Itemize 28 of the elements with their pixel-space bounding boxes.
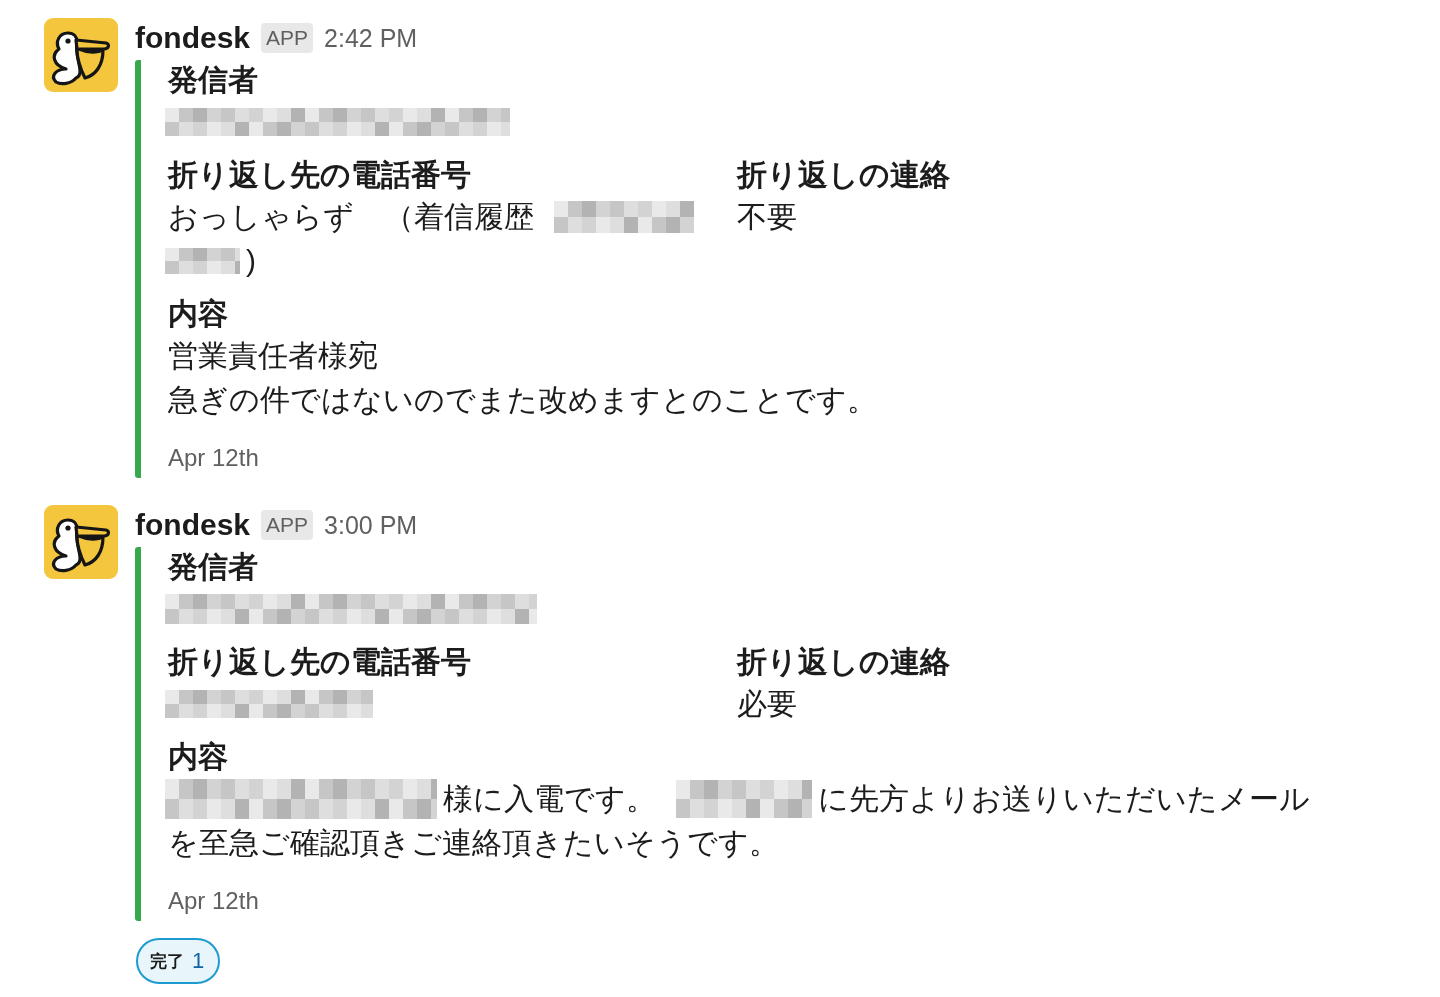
field-title: 折り返しの連絡 xyxy=(737,157,950,193)
field-text: を至急ご確認頂きご連絡頂きたいそうです。 xyxy=(168,825,779,861)
field-title: 折り返しの連絡 xyxy=(737,644,951,680)
message-time[interactable]: 3:00 PM xyxy=(324,510,418,540)
field-text: 不要 xyxy=(737,199,797,235)
pelican-logo-icon[interactable] xyxy=(44,505,118,579)
field-text: おっしゃらず （着信履歴 xyxy=(168,199,534,235)
field-title: 内容 xyxy=(168,296,229,332)
field-text: 営業責任者様宛 xyxy=(168,338,378,374)
app-tag: APP xyxy=(261,23,314,53)
field-title: 折り返し先の電話番号 xyxy=(168,157,472,193)
app-tag: APP xyxy=(261,510,314,540)
reaction-button[interactable]: 完了 1 xyxy=(136,938,221,984)
field-text: に先方よりお送りいただいたメール xyxy=(818,781,1310,817)
field-title: 発信者 xyxy=(168,549,259,585)
footer-date: Apr 12th xyxy=(168,886,259,916)
field-title: 発信者 xyxy=(168,62,259,98)
field-text: 様に入電です。 xyxy=(443,781,656,817)
pelican-logo-icon[interactable] xyxy=(44,18,118,92)
field-title: 内容 xyxy=(168,739,229,775)
sender-name[interactable]: fondesk xyxy=(135,508,251,542)
field-text: 必要 xyxy=(737,686,797,722)
sender-name[interactable]: fondesk xyxy=(135,21,251,55)
message-time[interactable]: 2:42 PM xyxy=(324,23,418,53)
field-text: ) xyxy=(246,243,256,279)
field-title: 折り返し先の電話番号 xyxy=(168,644,472,680)
field-text: 急ぎの件ではないのでまた改めますとのことです。 xyxy=(168,382,877,418)
footer-date: Apr 12th xyxy=(168,443,259,473)
